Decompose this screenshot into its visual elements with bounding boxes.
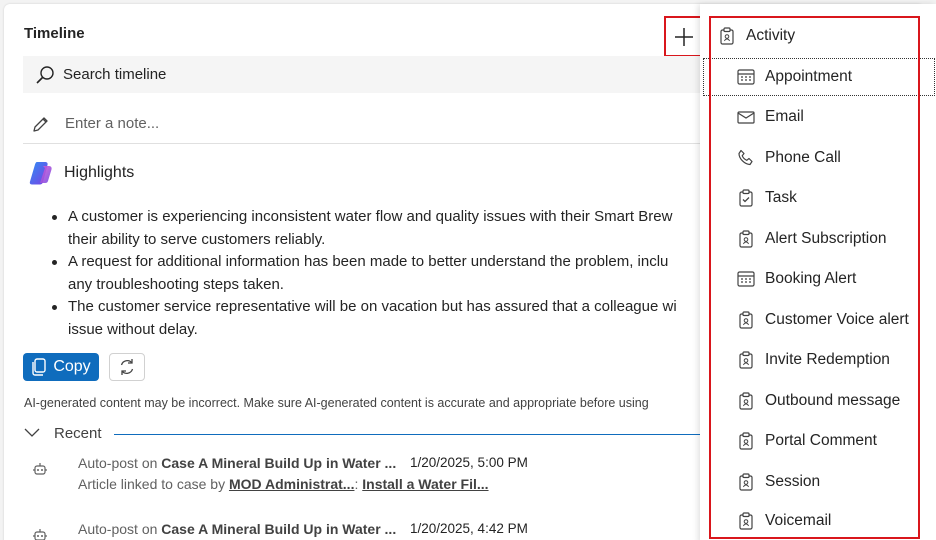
highlight-item: The customer service representative will… — [52, 296, 722, 341]
divider — [113, 433, 714, 435]
recent-label: Recent — [54, 424, 102, 442]
bot-icon — [33, 529, 47, 540]
user-link[interactable]: MOD Administrat... — [229, 476, 355, 492]
bot-icon — [33, 463, 47, 475]
menu-item-customer-voice-alert[interactable]: Customer Voice alert — [700, 301, 936, 339]
post-title: Auto-post on Case A Mineral Build Up in … — [78, 521, 397, 537]
add-activity-button[interactable] — [664, 16, 704, 57]
copy-icon — [32, 358, 47, 376]
menu-item-phone-call[interactable]: Phone Call — [700, 139, 936, 177]
clipboard-icon — [736, 432, 756, 450]
post-date: 1/20/2025, 5:00 PM — [410, 455, 528, 470]
note-placeholder: Enter a note... — [65, 115, 160, 132]
highlight-item: A customer is experiencing inconsistent … — [52, 206, 722, 251]
pencil-icon — [33, 116, 48, 132]
highlights-label: Highlights — [64, 164, 135, 181]
menu-item-label: Portal Comment — [765, 432, 877, 449]
calendar-icon — [736, 271, 756, 287]
search-placeholder: Search timeline — [63, 66, 167, 83]
clipboard-icon — [736, 512, 756, 530]
task-icon — [736, 189, 756, 207]
post-date: 1/20/2025, 4:42 PM — [410, 521, 528, 536]
menu-item-label: Customer Voice alert — [765, 311, 909, 328]
menu-item-voicemail[interactable]: Voicemail — [700, 502, 936, 540]
refresh-icon — [120, 359, 134, 375]
copilot-icon — [29, 162, 52, 185]
menu-item-label: Email — [765, 108, 804, 125]
menu-item-task[interactable]: Task — [700, 179, 936, 217]
phone-icon — [736, 149, 756, 167]
menu-item-activity[interactable]: Activity — [700, 17, 936, 55]
plus-icon — [675, 27, 693, 46]
clipboard-icon — [736, 230, 756, 248]
menu-item-label: Voicemail — [765, 512, 832, 529]
timeline-title: Timeline — [24, 25, 85, 42]
menu-item-portal-comment[interactable]: Portal Comment — [700, 422, 936, 460]
menu-item-label: Session — [765, 473, 821, 490]
menu-item-session[interactable]: Session — [700, 463, 936, 501]
menu-item-email[interactable]: Email — [700, 98, 936, 136]
post-description: Article linked to case by MOD Administra… — [78, 476, 489, 492]
search-timeline-input[interactable]: Search timeline — [23, 56, 713, 93]
mail-icon — [736, 110, 756, 124]
menu-item-alert-subscription[interactable]: Alert Subscription — [700, 220, 936, 258]
note-input[interactable]: Enter a note... — [23, 104, 713, 144]
post-title: Auto-post on Case A Mineral Build Up in … — [78, 455, 397, 471]
menu-item-appointment[interactable]: Appointment — [700, 58, 936, 96]
search-icon — [36, 65, 54, 84]
menu-item-booking-alert[interactable]: Booking Alert — [700, 260, 936, 298]
menu-item-label: Activity — [746, 27, 796, 44]
menu-item-invite-redemption[interactable]: Invite Redemption — [700, 341, 936, 379]
calendar-icon — [736, 69, 756, 85]
menu-item-outbound-message[interactable]: Outbound message — [700, 382, 936, 420]
highlights-header: Highlights — [28, 160, 134, 186]
copy-button[interactable]: Copy — [23, 353, 99, 381]
copy-label: Copy — [53, 358, 91, 375]
chevron-down-icon — [24, 428, 40, 437]
timeline-post[interactable]: Auto-post on Case A Mineral Build Up in … — [32, 455, 712, 499]
clipboard-icon — [717, 27, 737, 45]
menu-item-label: Alert Subscription — [765, 230, 887, 247]
recent-section-toggle[interactable]: Recent — [24, 422, 714, 444]
article-link[interactable]: Install a Water Fil... — [362, 476, 488, 492]
highlights-list: A customer is experiencing inconsistent … — [52, 206, 722, 341]
menu-item-label: Outbound message — [765, 392, 901, 409]
menu-item-label: Phone Call — [765, 149, 841, 166]
highlight-item: A request for additional information has… — [52, 251, 722, 296]
refresh-button[interactable] — [109, 353, 145, 381]
timeline-post[interactable]: Auto-post on Case A Mineral Build Up in … — [32, 521, 712, 540]
menu-item-label: Task — [765, 189, 797, 206]
clipboard-icon — [736, 311, 756, 329]
clipboard-icon — [736, 351, 756, 369]
clipboard-icon — [736, 392, 756, 410]
menu-item-label: Appointment — [765, 68, 853, 85]
ai-disclaimer: AI-generated content may be incorrect. M… — [24, 396, 649, 410]
clipboard-icon — [736, 473, 756, 491]
menu-item-label: Booking Alert — [765, 270, 857, 287]
menu-item-label: Invite Redemption — [765, 351, 890, 368]
